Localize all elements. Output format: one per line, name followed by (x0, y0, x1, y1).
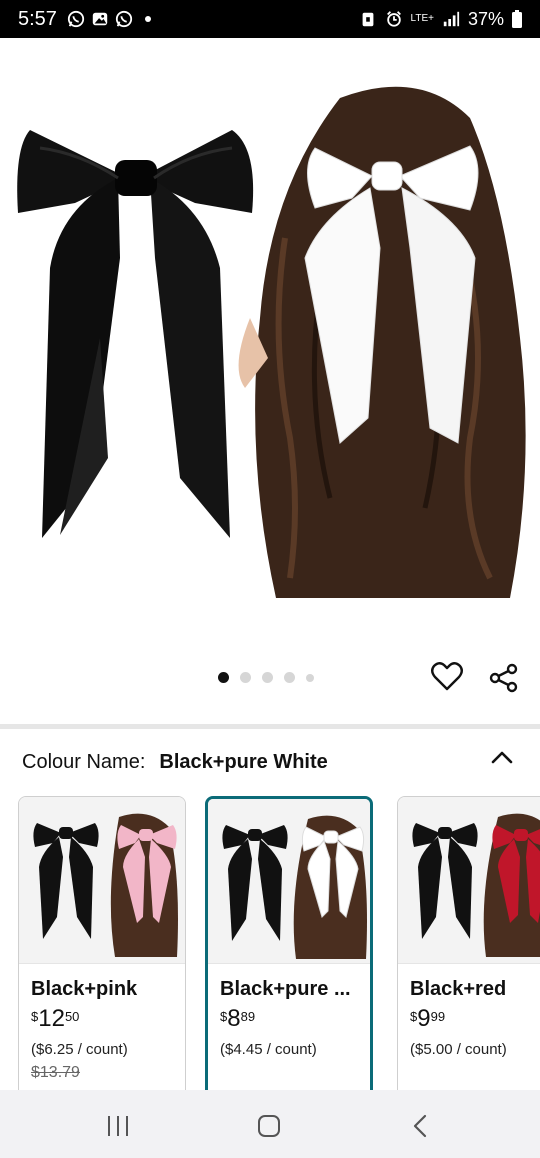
carousel-dot-4[interactable] (284, 672, 295, 683)
whatsapp-icon (115, 10, 133, 28)
chevron-up-icon[interactable] (488, 744, 516, 772)
variant-card-black-red[interactable]: Black+red $ 9 99 ($5.00 / count) (397, 796, 540, 1094)
variant-unit-price: ($5.00 / count) (410, 1041, 507, 1058)
network-type: LTE+ (410, 13, 434, 24)
carousel-dot-1[interactable] (218, 672, 229, 683)
colour-label: Colour Name: (22, 750, 146, 773)
variant-name: Black+red (410, 978, 507, 1000)
variant-card-black-pure-white[interactable]: Black+pure ... $ 8 89 ($4.45 / count) (205, 796, 373, 1094)
system-navigation-bar (0, 1090, 540, 1158)
gallery-icon (92, 12, 108, 26)
price-currency: $ (31, 1009, 39, 1024)
signal-icon (443, 11, 460, 27)
carousel-dot-5[interactable] (306, 673, 314, 682)
share-icon[interactable] (488, 662, 520, 694)
variant-list: Black+pink $ 12 50 ($6.25 / count) $13.7… (0, 794, 540, 1094)
price-whole: 12 (38, 1005, 65, 1032)
heart-icon[interactable] (430, 660, 464, 694)
recents-icon[interactable] (100, 1108, 136, 1144)
back-icon[interactable] (403, 1108, 439, 1144)
product-photo-illustration (17, 86, 526, 598)
variant-price: $ 12 50 (31, 1007, 173, 1031)
variant-price: $ 9 99 (410, 1007, 540, 1031)
price-currency: $ (410, 1009, 418, 1024)
lock-icon (362, 12, 373, 27)
colour-selected-value: Black+pure White (159, 750, 328, 773)
more-notifications-dot (144, 16, 151, 22)
model-with-white-bow-illustration (238, 86, 526, 598)
status-bar: 5:57 LTE+ 37% (0, 0, 540, 38)
variant-thumbnail (19, 797, 185, 963)
price-fraction: 99 (430, 1009, 446, 1024)
variant-unit-price: ($6.25 / count) (31, 1041, 128, 1058)
notification-icons (67, 10, 151, 28)
variant-unit-price: ($4.45 / count) (220, 1041, 317, 1058)
carousel-dot-3[interactable] (262, 672, 273, 683)
battery-percent: 37% (467, 8, 504, 29)
whatsapp-icon (67, 10, 85, 28)
battery-icon (512, 10, 522, 28)
carousel-dot-2[interactable] (240, 672, 251, 683)
carousel-dots (218, 672, 314, 683)
variant-name: Black+pure ... (220, 978, 351, 1000)
price-fraction: 50 (64, 1009, 80, 1024)
status-time: 5:57 (18, 7, 57, 30)
price-whole: 9 (417, 1005, 431, 1032)
variant-thumbnail (208, 799, 370, 963)
variant-price: $ 8 89 (220, 1007, 358, 1031)
price-currency: $ (220, 1009, 228, 1024)
variant-card-black-pink[interactable]: Black+pink $ 12 50 ($6.25 / count) $13.7… (18, 796, 186, 1094)
variant-name: Black+pink (31, 978, 138, 1000)
price-whole: 8 (227, 1005, 241, 1032)
variant-thumbnail (398, 797, 540, 963)
colour-selector-header[interactable]: Colour Name: Black+pure White (22, 748, 522, 776)
black-bow-illustration (17, 130, 254, 538)
alarm-icon (386, 11, 401, 27)
price-fraction: 89 (240, 1009, 256, 1024)
section-divider (0, 724, 540, 729)
product-image[interactable] (0, 38, 540, 658)
home-icon[interactable] (251, 1108, 287, 1144)
variant-list-price: $13.79 (31, 1064, 80, 1081)
